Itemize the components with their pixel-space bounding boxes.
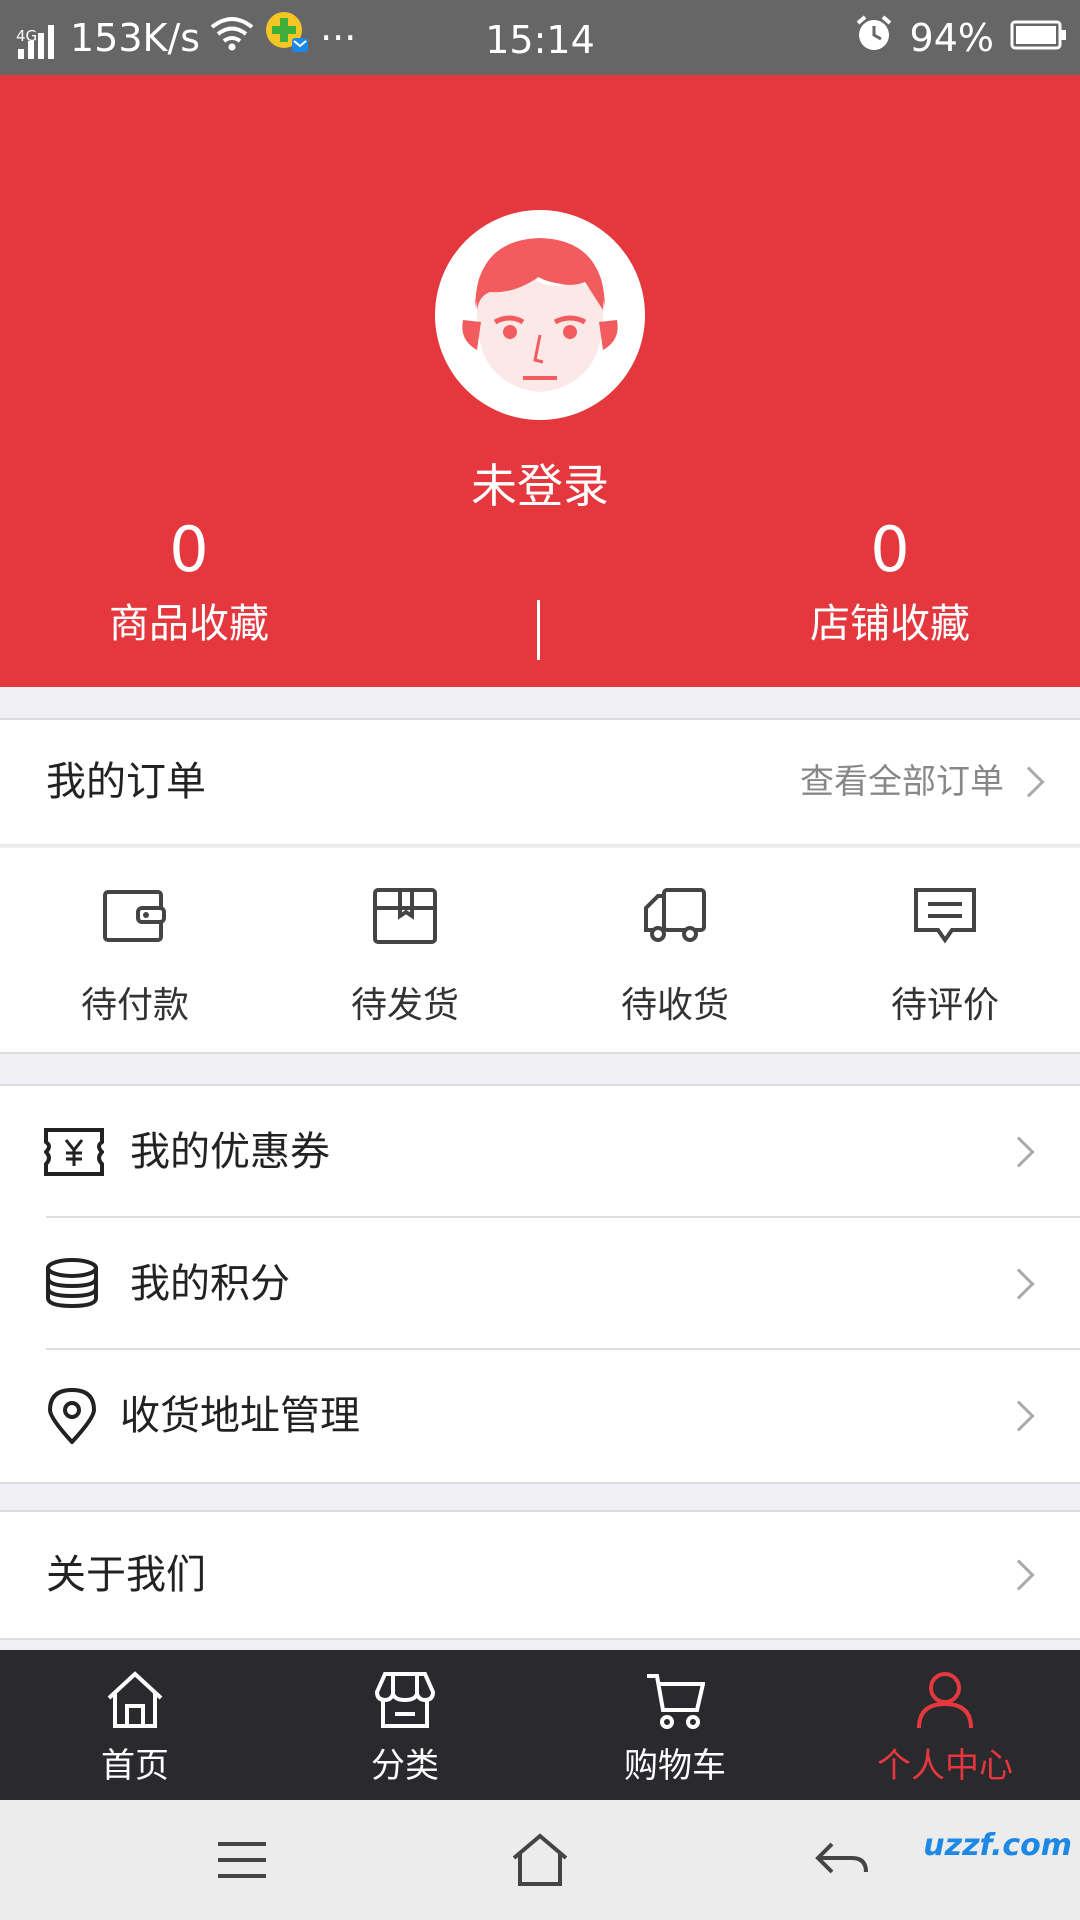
- orders-header: 我的订单 查看全部订单: [0, 718, 1080, 846]
- status-bar: 4G 153K/s ··· 15:14 94%: [0, 0, 1080, 75]
- location-pin-icon: [47, 1388, 97, 1444]
- battery-percent: 94%: [909, 15, 994, 60]
- comment-icon: [914, 888, 976, 944]
- status-right: 94%: [854, 0, 1068, 75]
- profile-header: 未登录 0 商品收藏 0 店铺收藏: [0, 75, 1080, 687]
- tab-profile-label: 个人中心: [877, 1746, 1013, 1786]
- shop-favorites[interactable]: 0 店铺收藏: [740, 515, 1040, 649]
- chevron-right-icon: [1003, 1268, 1035, 1300]
- order-pending-shipment-label: 待发货: [350, 985, 459, 1026]
- chevron-right-icon: [1013, 766, 1045, 798]
- cart-icon: [647, 1674, 705, 1729]
- back-icon[interactable]: [812, 1830, 872, 1890]
- tab-cart[interactable]: 购物车: [540, 1650, 810, 1800]
- view-all-orders-label: 查看全部订单: [800, 762, 1004, 802]
- order-pending-receipt-label: 待收货: [620, 985, 729, 1026]
- menu-item-coupons[interactable]: 我的优惠券: [0, 1086, 1080, 1218]
- menu-item-coupons-label: 我的优惠券: [130, 1129, 330, 1175]
- shop-favorites-label: 店铺收藏: [810, 601, 970, 647]
- bottom-tab-bar: 首页 分类 购物车 个人中心: [0, 1650, 1080, 1800]
- product-favorites-label: 商品收藏: [109, 601, 269, 647]
- coupon-icon: [44, 1128, 104, 1176]
- tab-category[interactable]: 分类: [270, 1650, 540, 1800]
- order-pending-review[interactable]: 待评价: [810, 848, 1080, 1054]
- avatar[interactable]: [435, 210, 645, 420]
- chevron-right-icon: [1003, 1400, 1035, 1432]
- menu-item-points-label: 我的积分: [130, 1261, 290, 1307]
- orders-title: 我的订单: [46, 759, 206, 805]
- login-status[interactable]: 未登录: [0, 450, 1080, 516]
- order-pending-payment-label: 待付款: [80, 985, 189, 1026]
- tab-profile[interactable]: 个人中心: [810, 1650, 1080, 1800]
- system-nav-bar: uzzf.com: [0, 1800, 1080, 1920]
- menu-item-points[interactable]: 我的积分: [0, 1218, 1080, 1350]
- avatar-face-icon: [447, 222, 633, 408]
- product-favorites-count: 0: [169, 513, 209, 586]
- home-button-icon[interactable]: [510, 1830, 570, 1890]
- menu-item-address-label: 收货地址管理: [120, 1393, 360, 1439]
- home-icon: [107, 1671, 163, 1728]
- menu-item-about[interactable]: 关于我们: [0, 1510, 1080, 1640]
- wallet-icon: [103, 890, 166, 942]
- alarm-icon: [854, 13, 894, 62]
- tab-home[interactable]: 首页: [0, 1650, 270, 1800]
- account-menu: 我的优惠券 我的积分 收货地址管理: [0, 1084, 1080, 1484]
- product-favorites[interactable]: 0 商品收藏: [39, 515, 339, 649]
- coins-icon: [46, 1258, 98, 1309]
- order-pending-receipt[interactable]: 待收货: [540, 848, 810, 1054]
- stat-divider: [537, 600, 540, 660]
- view-all-orders-link[interactable]: 查看全部订单: [800, 720, 1045, 844]
- battery-icon: [1010, 16, 1068, 60]
- tab-cart-label: 购物车: [624, 1746, 726, 1786]
- truck-icon: [644, 888, 706, 942]
- chevron-right-icon: [1003, 1559, 1035, 1591]
- order-pending-review-label: 待评价: [890, 985, 999, 1026]
- menu-item-about-label: 关于我们: [46, 1552, 206, 1598]
- store-icon: [375, 1672, 435, 1728]
- tab-category-label: 分类: [371, 1746, 439, 1786]
- package-icon: [373, 888, 437, 944]
- tab-home-label: 首页: [101, 1746, 169, 1786]
- menu-icon[interactable]: [212, 1830, 272, 1890]
- chevron-right-icon: [1003, 1136, 1035, 1168]
- order-status-row: 待付款 待发货 待收货 待评价: [0, 848, 1080, 1054]
- shop-favorites-count: 0: [870, 513, 910, 586]
- person-icon: [917, 1672, 973, 1729]
- order-pending-payment[interactable]: 待付款: [0, 848, 270, 1054]
- menu-item-address[interactable]: 收货地址管理: [0, 1350, 1080, 1482]
- watermark-logo: uzzf.com: [923, 1828, 1072, 1863]
- order-pending-shipment[interactable]: 待发货: [270, 848, 540, 1054]
